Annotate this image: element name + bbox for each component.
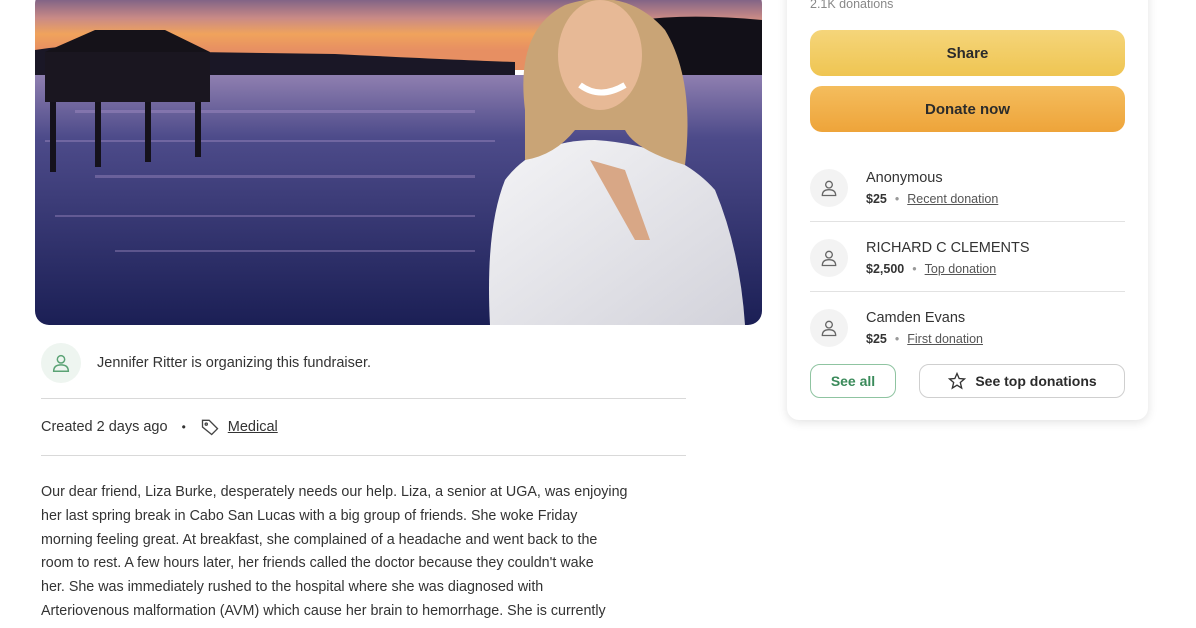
donation-type-link[interactable]: Top donation	[925, 262, 997, 276]
donation-amount: $25	[866, 192, 887, 206]
created-date: Created 2 days ago	[41, 419, 168, 435]
divider	[810, 291, 1125, 292]
story-line: morning feeling great. At breakfast, she…	[41, 531, 598, 548]
hero-photo	[35, 0, 762, 325]
fundraiser-story: Our dear friend, Liza Burke, desperately…	[41, 481, 691, 624]
donation-card: 2.1K donations Share Donate now Anonymou…	[787, 0, 1148, 420]
see-all-button[interactable]: See all	[810, 364, 896, 398]
story-line: room to rest. A few hours later, her fri…	[41, 555, 594, 572]
tag-icon	[200, 417, 220, 437]
story-line: her last spring break in Cabo San Lucas …	[41, 507, 578, 524]
donor-separator: •	[894, 332, 900, 346]
divider	[41, 455, 686, 456]
donor-item: RICHARD C CLEMENTS $2,500 • Top donation	[810, 232, 1125, 284]
category-link[interactable]: Medical	[228, 419, 278, 435]
story-line: Arteriovenous malformation (AVM) which c…	[41, 602, 606, 619]
person-icon	[821, 250, 837, 267]
story-line: her. She was immediately rushed to the h…	[41, 579, 544, 596]
donation-type-link[interactable]: Recent donation	[907, 192, 998, 206]
star-icon	[947, 371, 967, 391]
donor-name: Anonymous	[866, 170, 943, 186]
donor-item: Anonymous $25 • Recent donation	[810, 162, 1125, 214]
organizer-text: Jennifer Ritter is organizing this fundr…	[97, 355, 372, 371]
donor-avatar	[810, 169, 848, 207]
share-button[interactable]: Share	[810, 30, 1125, 76]
person-icon	[821, 180, 837, 197]
divider	[810, 221, 1125, 222]
see-top-donations-label: See top donations	[975, 373, 1097, 389]
donor-separator: •	[894, 192, 900, 206]
person-icon	[821, 320, 837, 337]
organizer-avatar	[41, 343, 81, 383]
donor-name: Camden Evans	[866, 310, 966, 326]
divider	[41, 398, 686, 399]
donor-avatar	[810, 239, 848, 277]
see-top-donations-button[interactable]: See top donations	[919, 364, 1125, 398]
donation-count: 2.1K donations	[810, 0, 894, 11]
person-icon	[52, 354, 70, 372]
donation-type-link[interactable]: First donation	[907, 332, 983, 346]
donation-amount: $2,500	[866, 262, 905, 276]
donor-item: Camden Evans $25 • First donation	[810, 302, 1125, 354]
fundraiser-meta: Created 2 days ago • Medical	[41, 416, 278, 438]
story-line: Our dear friend, Liza Burke, desperately…	[41, 484, 628, 500]
donate-now-button[interactable]: Donate now	[810, 86, 1125, 132]
organizer-row: Jennifer Ritter is organizing this fundr…	[41, 343, 686, 383]
donor-separator: •	[912, 262, 917, 276]
meta-separator: •	[181, 420, 186, 434]
donor-avatar	[810, 309, 848, 347]
donor-name: RICHARD C CLEMENTS	[866, 240, 1030, 256]
donation-amount: $25	[866, 332, 887, 346]
